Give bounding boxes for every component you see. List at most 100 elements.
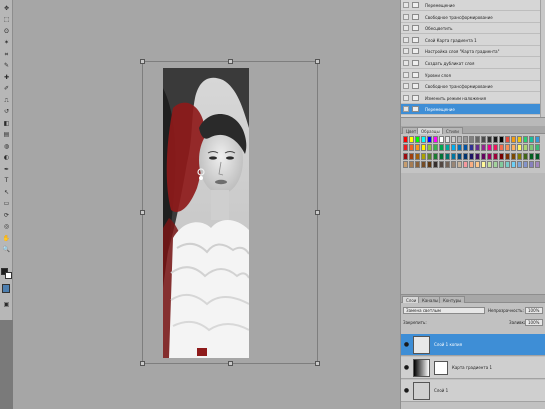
color-swatch[interactable] [463,136,468,143]
color-swatch[interactable] [487,152,492,160]
color-swatch[interactable] [529,152,534,160]
history-scrollbar[interactable] [540,0,545,117]
blur-icon[interactable]: ◍ [2,142,11,151]
transform-handle-top-right[interactable] [315,59,320,64]
color-swatch[interactable] [463,152,468,160]
history-checkbox[interactable] [403,25,409,32]
color-swatch[interactable] [403,161,408,169]
history-brush-icon[interactable]: ↺ [2,108,11,117]
eye-icon[interactable]: ● [403,387,410,394]
history-checkbox[interactable] [403,13,409,20]
color-swatch[interactable] [475,152,480,160]
color-swatch[interactable] [457,144,462,152]
color-swatch[interactable] [445,161,450,169]
color-swatch[interactable] [481,161,486,169]
zoom-icon[interactable]: 🔍 [2,246,11,255]
eye-icon[interactable]: ● [403,341,410,348]
quick-mask-button[interactable] [2,284,10,293]
pen-icon[interactable]: ✒ [2,165,11,174]
color-swatch[interactable] [517,152,522,160]
move-icon[interactable]: ✥ [2,4,11,13]
layer-row[interactable]: ● Слой 1 [401,380,545,402]
tab-paths[interactable]: Контуры [439,296,466,303]
opacity-field[interactable]: 100% [525,307,543,314]
color-swatch[interactable] [475,136,480,143]
color-swatch[interactable] [469,136,474,143]
color-swatch[interactable] [493,136,498,143]
color-swatch[interactable] [415,152,420,160]
color-swatch[interactable] [427,144,432,152]
color-swatch[interactable] [433,136,438,143]
color-swatch[interactable] [427,161,432,169]
fill-field[interactable]: 100% [525,319,543,326]
3d-camera-icon[interactable]: ◎ [2,223,11,232]
color-swatch[interactable] [523,144,528,152]
color-swatch[interactable] [493,161,498,169]
color-swatch[interactable] [451,144,456,152]
color-swatch[interactable] [409,136,414,143]
history-checkbox[interactable] [403,36,409,43]
color-swatch[interactable] [487,144,492,152]
color-swatch[interactable] [505,144,510,152]
color-swatch[interactable] [475,161,480,169]
transform-handle-right[interactable] [315,210,320,215]
history-checkbox[interactable] [403,60,409,66]
color-swatch[interactable] [535,136,540,143]
eraser-icon[interactable]: ◧ [2,119,11,128]
color-swatch[interactable] [439,144,444,152]
history-item[interactable]: Свободное трансформирование [401,81,545,93]
history-item[interactable]: Уровни слоя [401,70,545,81]
color-swatch[interactable] [517,144,522,152]
color-swatch[interactable] [433,152,438,160]
history-checkbox[interactable] [403,94,409,101]
color-swatch[interactable] [529,144,534,152]
layer-row[interactable]: ● Карта градиента 1 [401,357,545,379]
color-swatch[interactable] [421,144,426,152]
history-item[interactable]: Слой Карта градиента 1 [401,35,545,46]
dodge-icon[interactable]: ◐ [2,154,11,163]
document-canvas[interactable] [13,0,400,409]
color-swatch[interactable] [445,144,450,152]
color-swatch[interactable] [499,161,504,169]
eyedropper-icon[interactable]: ✎ [2,62,11,71]
color-swatch[interactable] [481,152,486,160]
color-swatch[interactable] [469,152,474,160]
transform-handle-bottom[interactable] [228,361,233,366]
background-color-swatch[interactable] [5,272,12,279]
color-swatch[interactable] [403,152,408,160]
color-swatch[interactable] [427,152,432,160]
history-item[interactable]: Свободное трансформирование [401,12,545,23]
shape-icon[interactable]: ▭ [2,200,11,209]
color-swatch[interactable] [457,152,462,160]
history-item[interactable]: Обесцветить [401,23,545,35]
color-swatch[interactable] [511,144,516,152]
color-swatch[interactable] [457,136,462,143]
color-swatch[interactable] [409,144,414,152]
color-swatch[interactable] [451,152,456,160]
gradient-icon[interactable]: ▤ [2,131,11,140]
color-swatch[interactable] [433,144,438,152]
color-swatch[interactable] [481,136,486,143]
marquee-icon[interactable]: ⬚ [2,16,11,25]
color-swatch[interactable] [505,152,510,160]
screen-mode-icon[interactable]: ▣ [2,300,11,309]
color-swatch[interactable] [409,152,414,160]
healing-icon[interactable]: ✚ [2,73,11,82]
color-swatch[interactable] [535,144,540,152]
color-swatch[interactable] [415,161,420,169]
color-swatch[interactable] [505,161,510,169]
3d-rotate-icon[interactable]: ⟳ [2,211,11,220]
crop-icon[interactable]: ⌗ [2,50,11,59]
color-swatch[interactable] [517,136,522,143]
layer-name[interactable]: Карта градиента 1 [452,365,492,370]
blend-mode-select[interactable]: Замена светлым [403,307,485,314]
color-swatch[interactable] [451,136,456,143]
color-swatch[interactable] [403,136,408,143]
history-item[interactable]: Изменить режим наложения [401,93,545,104]
color-swatch[interactable] [517,161,522,169]
color-swatch[interactable] [499,144,504,152]
color-swatch[interactable] [523,161,528,169]
color-swatch[interactable] [463,144,468,152]
layer-row[interactable]: ● Слой 1 копия [401,334,545,356]
color-swatch[interactable] [487,161,492,169]
